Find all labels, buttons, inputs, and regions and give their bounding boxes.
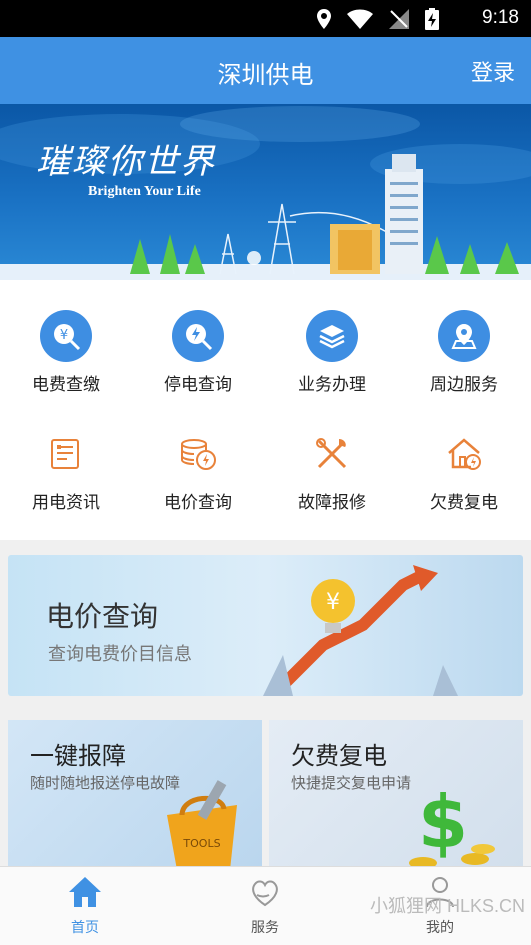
coins-icon [172, 428, 224, 480]
tab-service[interactable]: 服务 [215, 875, 315, 937]
status-bar: 9:18 [0, 0, 531, 37]
tab-label: 首页 [71, 920, 99, 936]
app-title: 深圳供电 [217, 61, 314, 89]
outage-search-icon [172, 310, 224, 362]
banner-title: 璀璨你世界 [36, 142, 216, 182]
grid-label: 周边服务 [430, 375, 498, 395]
grid-item-business[interactable]: 业务办理 [266, 310, 398, 395]
service-grid: ¥ 电费查缴 停电查询 业务办理 周边服务 用电资讯 电价查询 故障报修 欠费复… [0, 280, 531, 540]
price-query-card[interactable]: ¥ 电价查询 查询电费价目信息 [8, 555, 523, 696]
restore-card-title: 欠费复电 [291, 742, 387, 770]
report-card-title: 一键报障 [30, 742, 126, 770]
price-card-subtitle: 查询电费价目信息 [48, 644, 192, 665]
tools-icon [306, 428, 358, 480]
tab-home[interactable]: 首页 [35, 875, 135, 937]
banner-subtitle: Brighten Your Life [88, 184, 201, 199]
house-power-icon [438, 428, 490, 480]
svg-text:¥: ¥ [60, 328, 68, 343]
svg-text:TOOLS: TOOLS [182, 837, 220, 850]
grid-item-price-query[interactable]: 电价查询 [132, 428, 264, 513]
tab-label: 服务 [251, 920, 279, 936]
login-button[interactable]: 登录 [471, 55, 515, 87]
restore-card-subtitle: 快捷提交复电申请 [291, 774, 412, 792]
grid-label: 用电资讯 [32, 493, 100, 513]
bill-payment-icon: ¥ [40, 310, 92, 362]
svg-text:¥: ¥ [326, 590, 340, 615]
tab-label: 我的 [426, 920, 454, 936]
status-time: 9:18 [482, 7, 519, 28]
grid-item-repair[interactable]: 故障报修 [266, 428, 398, 513]
heart-hands-icon [252, 880, 278, 907]
news-icon [40, 428, 92, 480]
grid-label: 故障报修 [298, 493, 366, 513]
grid-label: 停电查询 [164, 375, 232, 395]
arrears-restore-card[interactable]: $ 欠费复电 快捷提交复电申请 [269, 720, 523, 870]
grid-item-news[interactable]: 用电资讯 [0, 428, 132, 513]
no-signal-icon [389, 9, 409, 29]
layers-icon [306, 310, 358, 362]
banner-carousel[interactable]: 璀璨你世界 Brighten Your Life [0, 104, 531, 280]
grid-label: 欠费复电 [430, 493, 498, 513]
price-card-title: 电价查询 [46, 600, 159, 633]
dollar-coins-icon: $ [409, 780, 495, 869]
home-icon [69, 877, 101, 907]
grid-item-restore-power[interactable]: 欠费复电 [398, 428, 530, 513]
wifi-icon [347, 9, 373, 29]
grid-item-bill-payment[interactable]: ¥ 电费查缴 [0, 310, 132, 395]
status-icons [317, 8, 439, 30]
report-card-subtitle: 随时随地报送停电故障 [30, 774, 181, 792]
price-card-illustration: ¥ [263, 565, 458, 696]
app-bar: 深圳供电 登录 [0, 37, 531, 104]
watermark: 小狐狸网 HLKS.CN [369, 896, 525, 916]
grid-item-outage-search[interactable]: 停电查询 [132, 310, 264, 395]
svg-text:$: $ [418, 780, 468, 864]
banner-scenery [0, 106, 531, 280]
grid-label: 电费查缴 [32, 375, 100, 395]
grid-label: 电价查询 [164, 493, 232, 513]
map-pin-icon [438, 310, 490, 362]
battery-charging-icon [425, 8, 439, 30]
grid-label: 业务办理 [298, 375, 366, 395]
one-click-report-card[interactable]: TOOLS 一键报障 随时随地报送停电故障 [8, 720, 262, 870]
grid-item-nearby[interactable]: 周边服务 [398, 310, 530, 395]
location-icon [317, 9, 331, 29]
